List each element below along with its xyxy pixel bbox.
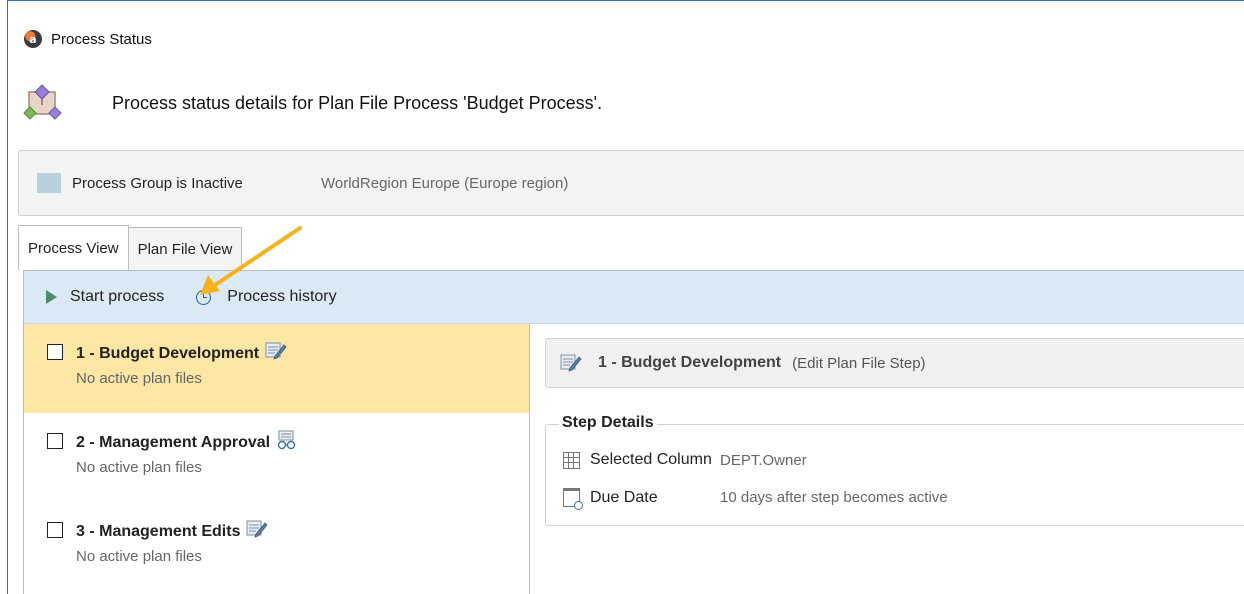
edit-plan-icon xyxy=(560,353,582,373)
process-diagram-icon xyxy=(22,83,66,123)
approval-icon xyxy=(276,430,298,450)
step-checkbox[interactable] xyxy=(47,344,63,360)
step-details-section: Step Details Selected Column DEPT.Owner … xyxy=(545,414,1244,526)
step-title-row: 1 - Budget Development xyxy=(76,341,287,364)
play-icon xyxy=(46,290,57,304)
step-title: 1 - Budget Development xyxy=(76,345,260,362)
detail-label: Due Date xyxy=(590,488,658,506)
edit-plan-icon xyxy=(265,341,287,361)
tab-process-view[interactable]: Process View xyxy=(18,225,129,270)
step-list: 1 - Budget Development No active plan fi… xyxy=(24,324,530,594)
status-swatch xyxy=(37,173,61,193)
step-checkbox[interactable] xyxy=(47,522,63,538)
calendar-search-icon xyxy=(563,488,583,510)
step-subtitle: No active plan files xyxy=(76,459,202,476)
start-process-label: Start process xyxy=(70,288,165,305)
detail-row-selected-column: Selected Column DEPT.Owner xyxy=(563,451,807,469)
process-description: Process status details for Plan File Pro… xyxy=(112,92,603,113)
process-group-bar: Process Group is Inactive WorldRegion Eu… xyxy=(18,150,1244,216)
step-subtitle: No active plan files xyxy=(76,370,202,387)
detail-row-due-date: Due Date 10 days after step becomes acti… xyxy=(563,488,948,510)
process-view-panel: Start process Process history 1 - Budget… xyxy=(23,270,1244,594)
detail-step-type: (Edit Plan File Step) xyxy=(792,354,926,372)
section-title: Step Details xyxy=(559,414,657,432)
clock-icon xyxy=(196,289,212,305)
detail-title: 1 - Budget Development xyxy=(598,354,782,371)
start-process-button[interactable]: Start process xyxy=(24,288,164,306)
title-bar: a Process Status xyxy=(24,29,152,49)
step-title-row: 2 - Management Approval xyxy=(76,430,298,453)
process-history-button[interactable]: Process history xyxy=(164,288,337,306)
detail-label: Selected Column xyxy=(590,451,712,468)
edit-plan-icon xyxy=(246,519,269,539)
step-item-management-approval[interactable]: 2 - Management Approval No active plan f… xyxy=(24,413,529,502)
grid-column-icon xyxy=(563,451,580,469)
detail-value: DEPT.Owner xyxy=(720,451,807,469)
toolbar: Start process Process history xyxy=(24,271,1244,324)
step-subtitle: No active plan files xyxy=(76,548,202,565)
group-region-text: WorldRegion Europe (Europe region) xyxy=(321,175,569,192)
step-item-budget-development[interactable]: 1 - Budget Development No active plan fi… xyxy=(24,324,529,413)
window-title: Process Status xyxy=(51,30,152,48)
step-checkbox[interactable] xyxy=(47,433,63,449)
step-title: 2 - Management Approval xyxy=(76,434,271,451)
process-status-window: a Process Status Process status details … xyxy=(7,0,1244,594)
step-title-row: 3 - Management Edits xyxy=(76,519,269,542)
step-title: 3 - Management Edits xyxy=(76,523,241,540)
step-item-management-edits[interactable]: 3 - Management Edits No active plan file… xyxy=(24,502,529,591)
tab-plan-file-view[interactable]: Plan File View xyxy=(127,227,243,270)
group-status-text: Process Group is Inactive xyxy=(72,175,243,192)
process-history-label: Process history xyxy=(227,288,337,305)
page-header: Process status details for Plan File Pro… xyxy=(22,83,602,123)
app-logo-icon: a xyxy=(24,30,42,48)
step-detail-header: 1 - Budget Development (Edit Plan File S… xyxy=(545,338,1244,388)
view-tabs: Process View Plan File View xyxy=(18,224,243,270)
detail-value: 10 days after step becomes active xyxy=(720,489,948,506)
